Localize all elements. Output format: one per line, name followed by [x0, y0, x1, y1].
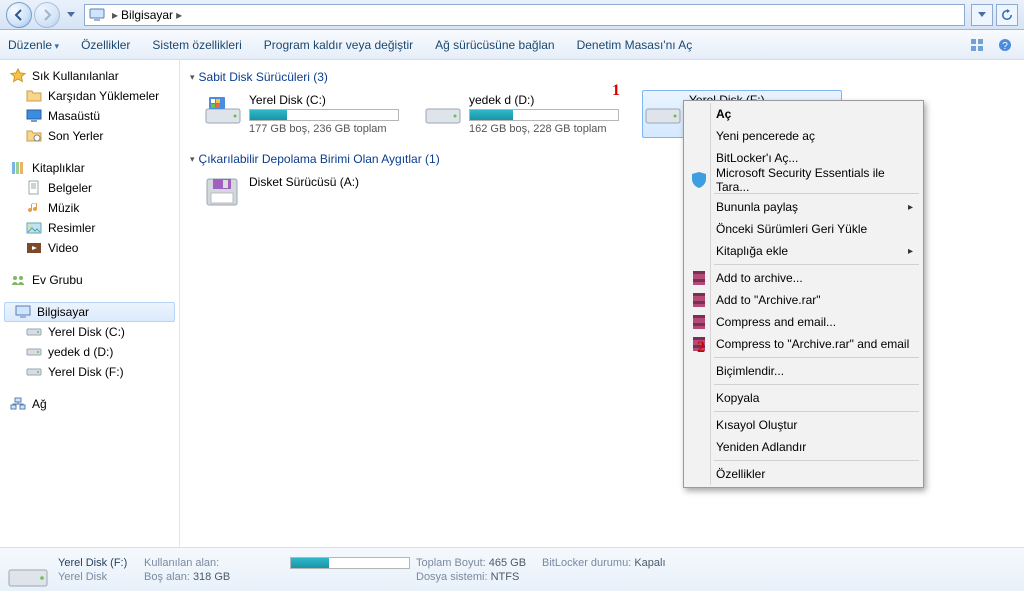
group-hard-disks[interactable]: Sabit Disk Sürücüleri (3) [190, 70, 1014, 84]
ctx-add-archive[interactable]: Add to archive... [686, 267, 921, 289]
help-button[interactable]: ? [994, 34, 1016, 56]
sidebar-item-downloads[interactable]: Karşıdan Yüklemeler [0, 86, 179, 106]
organize-menu[interactable]: Düzenle [8, 38, 59, 52]
drive-icon [425, 93, 461, 125]
sidebar-item-desktop[interactable]: Masaüstü [0, 106, 179, 126]
ctx-rename[interactable]: Yeniden Adlandır [686, 436, 921, 458]
sidebar-item-music[interactable]: Müzik [0, 198, 179, 218]
back-button[interactable] [6, 2, 32, 28]
system-properties-button[interactable]: Sistem özellikleri [152, 38, 241, 52]
capacity-bar [469, 109, 619, 121]
homegroup-icon [10, 272, 26, 288]
ctx-restore[interactable]: Önceki Sürümleri Geri Yükle [686, 218, 921, 240]
drive-icon [8, 552, 48, 588]
map-network-drive-button[interactable]: Ağ sürücüsüne bağlan [435, 38, 554, 52]
history-dropdown[interactable] [64, 5, 78, 25]
ctx-library[interactable]: Kitaplığa ekle [686, 240, 921, 262]
rar-icon [690, 269, 708, 287]
breadcrumb-sep: ▸ [176, 8, 182, 22]
sidebar-item-drive-d[interactable]: yedek d (D:) [0, 342, 179, 362]
address-dropdown[interactable] [971, 4, 993, 26]
music-icon [26, 200, 42, 216]
sidebar-item-videos[interactable]: Video [0, 238, 179, 258]
libraries-header[interactable]: Kitaplıklar [0, 158, 179, 178]
documents-icon [26, 180, 42, 196]
sidebar-item-documents[interactable]: Belgeler [0, 178, 179, 198]
sidebar-item-drive-c[interactable]: Yerel Disk (C:) [0, 322, 179, 342]
video-icon [26, 240, 42, 256]
computer-icon [89, 8, 105, 22]
sidebar-item-recent[interactable]: Son Yerler [0, 126, 179, 146]
drive-a[interactable]: Disket Sürücüsü (A:) [202, 172, 402, 210]
capacity-bar [249, 109, 399, 121]
ctx-share[interactable]: Bununla paylaş [686, 196, 921, 218]
uninstall-program-button[interactable]: Program kaldır veya değiştir [264, 38, 413, 52]
ctx-format[interactable]: Biçimlendir... [686, 360, 921, 382]
floppy-icon [205, 175, 241, 207]
forward-button[interactable] [34, 2, 60, 28]
drive-d[interactable]: yedek d (D:) 162 GB boş, 228 GB toplam [422, 90, 622, 138]
ctx-shortcut[interactable]: Kısayol Oluştur [686, 414, 921, 436]
computer-icon [15, 304, 31, 320]
address-bar[interactable]: ▸ Bilgisayar ▸ [84, 4, 965, 26]
open-control-panel-button[interactable]: Denetim Masası'nı Aç [577, 38, 693, 52]
ctx-copy[interactable]: Kopyala [686, 387, 921, 409]
drive-icon [205, 93, 241, 125]
rar-icon [690, 291, 708, 309]
drive-c[interactable]: Yerel Disk (C:) 177 GB boş, 236 GB topla… [202, 90, 402, 138]
favorites-header[interactable]: Sık Kullanılanlar [0, 66, 179, 86]
ctx-mse-scan[interactable]: Microsoft Security Essentials ile Tara..… [686, 169, 921, 191]
library-icon [10, 160, 26, 176]
ctx-compress-rar-email[interactable]: Compress to "Archive.rar" and email [686, 333, 921, 355]
breadcrumb-location[interactable]: Bilgisayar [121, 8, 173, 22]
drive-icon [26, 364, 42, 380]
status-capacity-bar [290, 557, 410, 569]
sidebar-item-drive-f[interactable]: Yerel Disk (F:) [0, 362, 179, 382]
computer-header[interactable]: Bilgisayar [4, 302, 175, 322]
context-menu: Aç Yeni pencerede aç BitLocker'ı Aç... M… [683, 100, 924, 488]
breadcrumb-sep: ▸ [112, 8, 118, 22]
network-icon [10, 396, 26, 412]
ctx-compress-email[interactable]: Compress and email... [686, 311, 921, 333]
refresh-button[interactable] [996, 4, 1018, 26]
navigation-pane: Sık Kullanılanlar Karşıdan Yüklemeler Ma… [0, 60, 180, 547]
command-toolbar: Düzenle Özellikler Sistem özellikleri Pr… [0, 30, 1024, 60]
view-options-button[interactable] [966, 34, 988, 56]
status-name: Yerel Disk (F:) [58, 557, 138, 569]
drive-icon [26, 344, 42, 360]
ctx-add-archive-rar[interactable]: Add to "Archive.rar" [686, 289, 921, 311]
network-header[interactable]: Ağ [0, 394, 179, 414]
navigation-bar: ▸ Bilgisayar ▸ [0, 0, 1024, 30]
ctx-open-new[interactable]: Yeni pencerede aç [686, 125, 921, 147]
shield-icon [690, 171, 708, 189]
ctx-properties[interactable]: Özellikler [686, 463, 921, 485]
folder-icon [26, 88, 42, 104]
details-pane: Yerel Disk (F:) Kullanılan alan: Toplam … [0, 547, 1024, 591]
svg-text:?: ? [1002, 41, 1008, 52]
drive-icon [645, 93, 681, 125]
homegroup-header[interactable]: Ev Grubu [0, 270, 179, 290]
ctx-open[interactable]: Aç [686, 103, 921, 125]
annotation-2: 2 [697, 339, 705, 357]
desktop-icon [26, 108, 42, 124]
drive-icon [26, 324, 42, 340]
picture-icon [26, 220, 42, 236]
star-icon [10, 68, 26, 84]
rar-icon [690, 313, 708, 331]
sidebar-item-pictures[interactable]: Resimler [0, 218, 179, 238]
properties-button[interactable]: Özellikler [81, 38, 130, 52]
recent-icon [26, 128, 42, 144]
annotation-1: 1 [612, 82, 620, 100]
